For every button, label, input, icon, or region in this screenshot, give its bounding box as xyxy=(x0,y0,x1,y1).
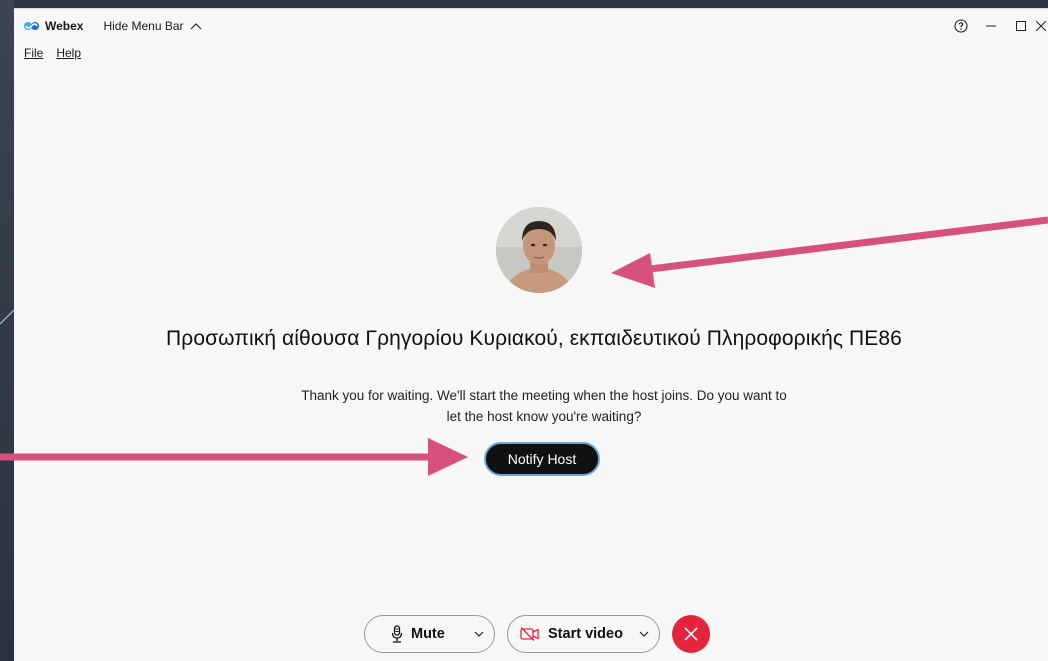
minimize-button[interactable] xyxy=(976,9,1006,43)
close-icon xyxy=(1036,21,1046,31)
title-bar: Webex Hide Menu Bar xyxy=(14,9,1048,43)
chevron-down-icon xyxy=(639,631,649,637)
window-controls xyxy=(946,9,1048,43)
background-slide xyxy=(0,0,14,661)
notify-host-button[interactable]: Notify Host xyxy=(484,442,600,476)
maximize-icon xyxy=(1016,21,1026,31)
mute-options-chevron[interactable] xyxy=(464,631,494,637)
menu-help[interactable]: Help xyxy=(56,46,81,60)
meeting-title: Προσωπική αίθουσα Γρηγορίου Κυριακού, εκ… xyxy=(166,327,902,350)
close-button[interactable] xyxy=(1036,9,1048,43)
mute-label: Mute xyxy=(411,626,445,642)
minimize-icon xyxy=(986,25,996,27)
help-icon xyxy=(954,19,968,33)
leave-button[interactable] xyxy=(672,615,710,653)
start-video-label: Start video xyxy=(548,626,623,642)
microphone-icon xyxy=(391,625,403,643)
webex-window: Webex Hide Menu Bar File Help Προσωπική … xyxy=(14,8,1048,661)
meeting-controls: Mute Start video xyxy=(364,615,710,653)
mute-button[interactable]: Mute xyxy=(364,615,495,653)
video-off-icon xyxy=(520,627,539,641)
start-video-button[interactable]: Start video xyxy=(507,615,660,653)
hide-menu-label: Hide Menu Bar xyxy=(103,19,184,33)
menu-file[interactable]: File xyxy=(24,46,43,60)
video-options-chevron[interactable] xyxy=(629,631,659,637)
waiting-message: Thank you for waiting. We'll start the m… xyxy=(301,388,787,424)
hide-menu-bar-button[interactable]: Hide Menu Bar xyxy=(103,19,201,33)
app-name: Webex xyxy=(45,19,84,33)
chevron-down-icon xyxy=(474,631,484,637)
webex-logo-icon xyxy=(24,21,39,31)
help-button[interactable] xyxy=(946,9,976,43)
leave-icon xyxy=(684,627,698,641)
menu-bar: File Help xyxy=(24,46,81,60)
maximize-button[interactable] xyxy=(1006,9,1036,43)
host-avatar xyxy=(496,207,582,293)
chevron-up-icon xyxy=(190,23,201,30)
